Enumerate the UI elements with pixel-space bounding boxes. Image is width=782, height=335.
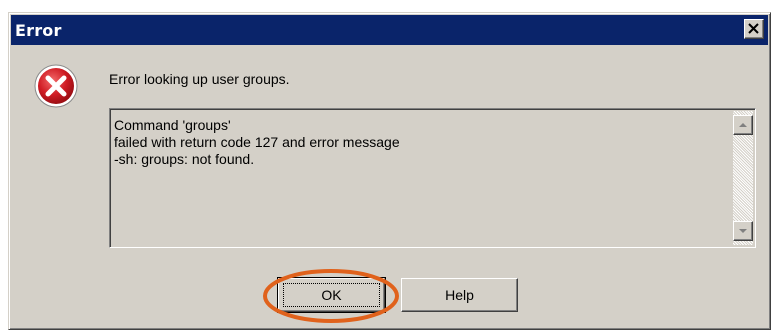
window-title: Error xyxy=(15,20,62,40)
help-button-label: Help xyxy=(445,287,474,303)
close-icon xyxy=(748,23,759,34)
detail-line: Command 'groups' xyxy=(114,117,231,133)
ok-button[interactable]: OK xyxy=(277,277,386,313)
vertical-scrollbar[interactable] xyxy=(733,111,753,245)
title-bar: Error xyxy=(11,15,768,45)
ok-button-label: OK xyxy=(321,287,342,303)
close-button[interactable] xyxy=(744,19,764,39)
error-dialog: Error Error looking up user groups. Comm… xyxy=(8,12,771,330)
scroll-up-button[interactable] xyxy=(733,115,753,135)
detail-line: -sh: groups: not found. xyxy=(114,151,255,167)
scroll-down-button[interactable] xyxy=(733,221,753,241)
error-details-box[interactable]: Command 'groups' failed with return code… xyxy=(109,108,756,248)
help-button[interactable]: Help xyxy=(401,278,518,312)
error-message: Error looking up user groups. xyxy=(109,71,290,87)
arrow-down-icon xyxy=(739,229,747,233)
detail-line: failed with return code 127 and error me… xyxy=(114,134,400,150)
arrow-up-icon xyxy=(739,123,747,127)
error-icon xyxy=(34,64,78,108)
error-details-text: Command 'groups' failed with return code… xyxy=(114,117,400,168)
